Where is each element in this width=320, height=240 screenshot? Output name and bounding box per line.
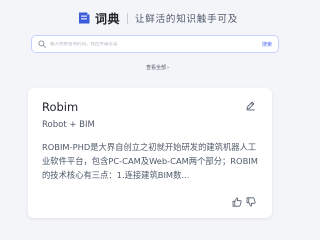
- word-card: Robim Robot + BIM ROBIM-PHD是大界自创立之初就开始研发…: [28, 88, 272, 218]
- edit-pencil-icon[interactable]: [245, 100, 256, 111]
- word-description: ROBIM-PHD是大界自创立之初就开始研发的建筑机器人工业软件平台，包含PC-…: [42, 142, 258, 180]
- search-input[interactable]: [50, 41, 262, 47]
- search-button[interactable]: 搜索: [262, 41, 272, 48]
- dictionary-logo-icon: [78, 12, 90, 24]
- logo-text: 词典: [94, 11, 120, 26]
- header-divider: [127, 12, 128, 24]
- word-subtitle: Robot + BIM: [42, 120, 95, 130]
- search-icon: [38, 40, 46, 48]
- word-title: Robim: [42, 100, 79, 114]
- search-bar[interactable]: 搜索: [31, 35, 279, 53]
- chevron-right-icon: ›: [167, 65, 169, 71]
- header: 词典 让鲜活的知识触手可及: [0, 8, 315, 28]
- view-all-label: 查看全部: [145, 65, 166, 71]
- view-all-link[interactable]: 查看全部›: [0, 64, 315, 71]
- thumbs-up-icon[interactable]: [232, 197, 242, 207]
- slogan: 让鲜活的知识触手可及: [135, 14, 239, 25]
- thumbs-down-icon[interactable]: [246, 197, 256, 207]
